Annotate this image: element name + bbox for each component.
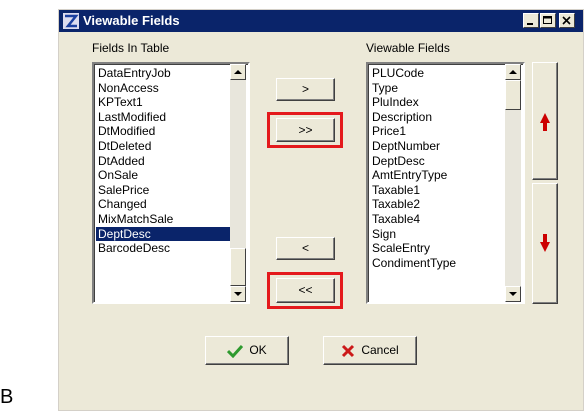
list-item[interactable]: DataEntryJob xyxy=(96,66,230,81)
red-up-arrow-icon xyxy=(540,113,550,131)
cancel-button[interactable]: Cancel xyxy=(323,336,417,365)
move-up-button[interactable] xyxy=(532,62,558,180)
list-item[interactable]: ScaleEntry xyxy=(370,241,505,256)
list-item[interactable]: Type xyxy=(370,81,505,96)
list-item[interactable]: Price1 xyxy=(370,124,505,139)
viewable-fields-list[interactable]: PLUCode Type PluIndex Description Price1 Dept… xyxy=(366,62,525,304)
red-x-icon xyxy=(342,344,355,357)
scroll-down-arrow-icon xyxy=(234,292,242,296)
list-item[interactable]: MixMatchSale xyxy=(96,212,230,227)
list-item[interactable]: Taxable4 xyxy=(370,212,505,227)
scroll-up-arrow-icon xyxy=(234,70,242,74)
fields-in-table-list[interactable]: DataEntryJob NonAccess KPText1 LastModified… xyxy=(92,62,250,304)
green-check-icon xyxy=(227,344,244,358)
add-field-button[interactable]: > xyxy=(276,78,335,101)
list-item[interactable]: DeptDesc xyxy=(96,226,230,242)
close-button[interactable] xyxy=(559,13,575,28)
left-scroll-thumb[interactable] xyxy=(230,248,246,286)
remove-field-button[interactable]: < xyxy=(276,237,335,260)
list-item[interactable]: Changed xyxy=(96,197,230,212)
right-scroll-up-button[interactable] xyxy=(505,64,521,80)
remove-field-label: < xyxy=(301,241,309,255)
red-down-arrow-icon xyxy=(540,234,550,252)
list-item[interactable]: DtAdded xyxy=(96,154,230,169)
list-item[interactable]: AmtEntryType xyxy=(370,168,505,183)
app-icon xyxy=(63,13,79,29)
list-item[interactable]: DeptDesc xyxy=(370,154,505,169)
list-item[interactable]: DeptNumber xyxy=(370,139,505,154)
cancel-label: Cancel xyxy=(361,343,399,357)
ok-button[interactable]: OK xyxy=(205,336,289,365)
list-item[interactable]: DtModified xyxy=(96,124,230,139)
ok-label: OK xyxy=(249,343,267,357)
minimize-button[interactable] xyxy=(523,13,539,28)
left-scroll-up-button[interactable] xyxy=(230,64,246,80)
list-item[interactable]: Taxable1 xyxy=(370,183,505,198)
scroll-down-arrow-icon xyxy=(509,292,517,296)
list-item[interactable]: SalePrice xyxy=(96,183,230,198)
list-item[interactable]: LastModified xyxy=(96,110,230,125)
right-scroll-down-button[interactable] xyxy=(505,286,521,302)
scroll-up-arrow-icon xyxy=(509,70,517,74)
right-scroll-thumb[interactable] xyxy=(505,80,521,110)
title-bar[interactable]: Viewable Fields xyxy=(59,10,583,32)
list-item[interactable]: PluIndex xyxy=(370,95,505,110)
list-item[interactable]: NonAccess xyxy=(96,81,230,96)
minimize-icon xyxy=(527,23,533,25)
list-item[interactable]: CondimentType xyxy=(370,256,505,271)
window-title: Viewable Fields xyxy=(83,13,180,28)
list-item[interactable]: KPText1 xyxy=(96,95,230,110)
viewable-fields-label: Viewable Fields xyxy=(366,41,450,55)
left-scroll-down-button[interactable] xyxy=(230,286,246,302)
left-scrollbar[interactable] xyxy=(230,64,246,302)
move-down-button[interactable] xyxy=(532,183,558,304)
add-all-highlight xyxy=(267,112,343,148)
figure-letter: B xyxy=(0,386,14,408)
remove-all-highlight xyxy=(267,272,343,309)
list-item[interactable]: BarcodeDesc xyxy=(96,241,230,256)
add-field-label: > xyxy=(301,82,309,96)
list-item[interactable]: DtDeleted xyxy=(96,139,230,154)
close-icon xyxy=(562,16,571,25)
list-item[interactable]: PLUCode xyxy=(370,66,505,81)
maximize-button[interactable] xyxy=(540,13,556,28)
viewable-fields-items: PLUCode Type PluIndex Description Price1 Dept… xyxy=(370,66,505,270)
maximize-icon xyxy=(543,16,552,24)
viewable-fields-dialog: Viewable Fields Fields In Table Viewable… xyxy=(58,9,584,411)
list-item[interactable]: Description xyxy=(370,110,505,125)
list-item[interactable]: Taxable2 xyxy=(370,197,505,212)
fields-in-table-items: DataEntryJob NonAccess KPText1 LastModified… xyxy=(96,66,230,256)
list-item[interactable]: OnSale xyxy=(96,168,230,183)
right-scrollbar[interactable] xyxy=(505,64,521,302)
list-item[interactable]: Sign xyxy=(370,227,505,242)
fields-in-table-label: Fields In Table xyxy=(92,41,170,55)
